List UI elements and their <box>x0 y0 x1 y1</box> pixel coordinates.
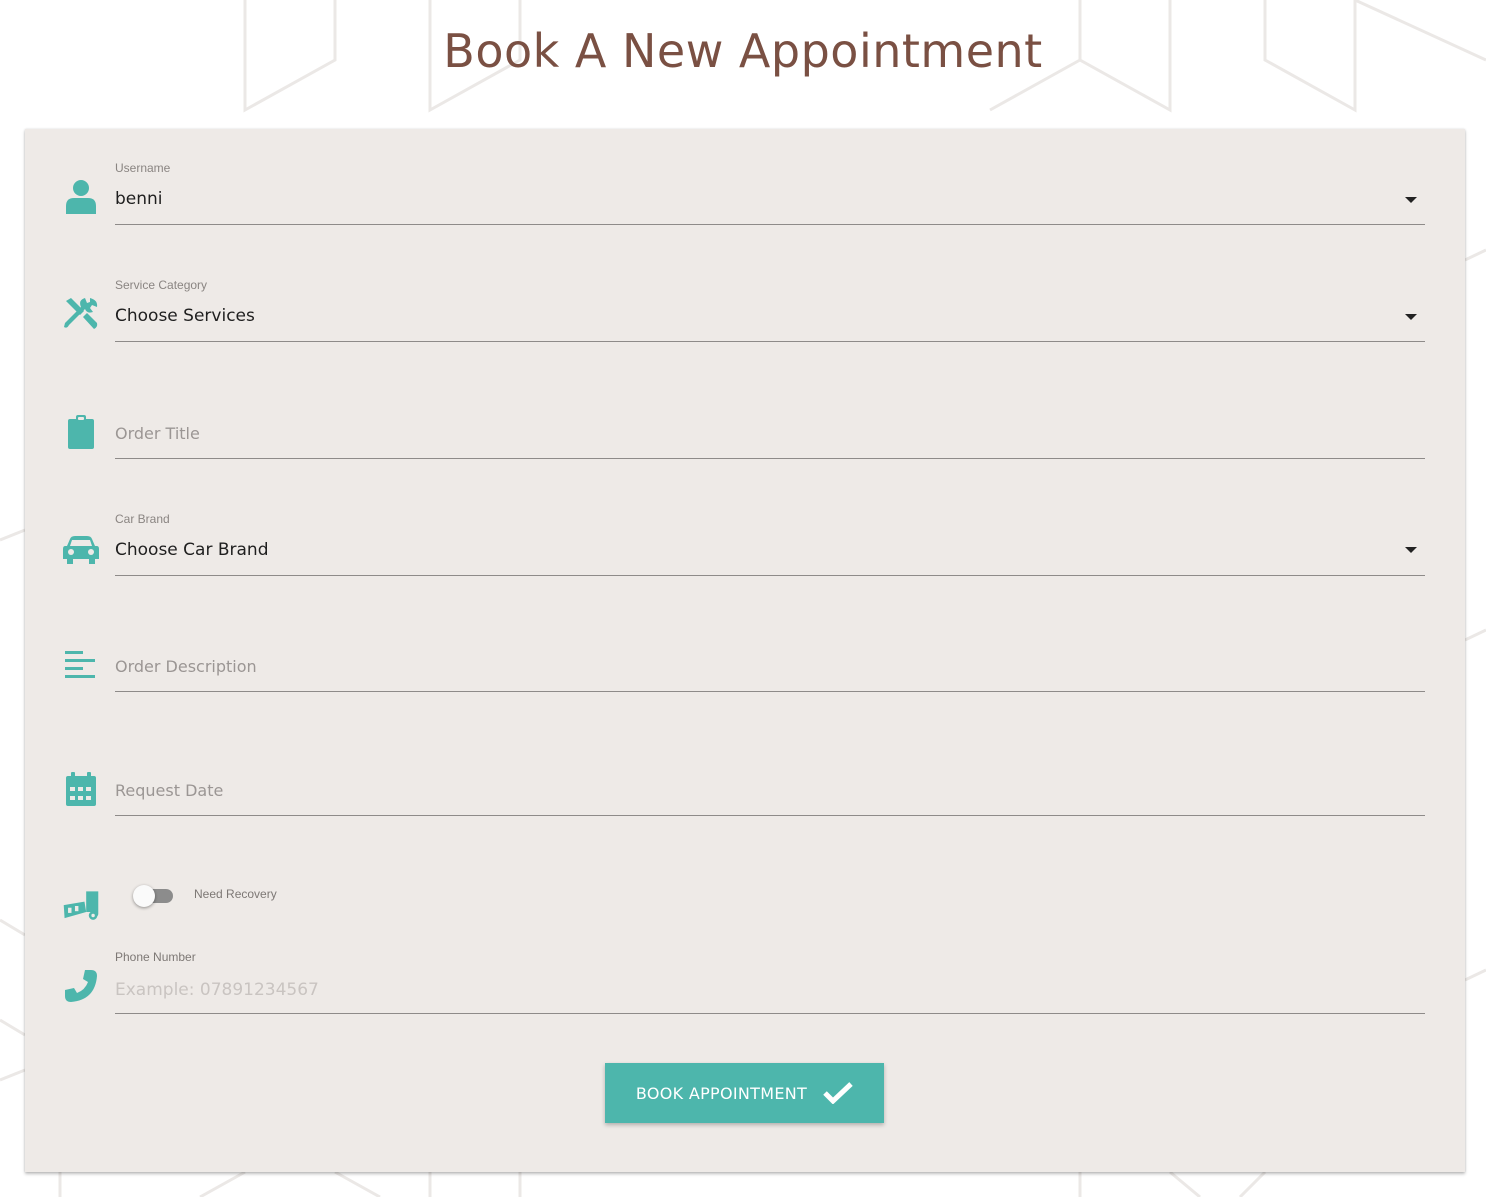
service-category-select[interactable]: Service Category Choose Services <box>115 278 1425 342</box>
request-date-underline <box>115 815 1425 816</box>
request-date-input[interactable]: Request Date <box>115 752 1425 816</box>
username-select[interactable]: Username benni <box>115 161 1425 225</box>
appointment-form-card: Username benni Service Category Choose S… <box>25 129 1465 1172</box>
align-left-icon <box>62 646 100 684</box>
phone-number-underline <box>115 1013 1425 1014</box>
service-category-label: Service Category <box>115 278 208 292</box>
car-icon <box>62 531 100 569</box>
toggle-thumb <box>133 885 155 907</box>
service-category-value: Choose Services <box>115 306 255 326</box>
car-brand-underline <box>115 575 1425 576</box>
chevron-down-icon <box>1405 314 1417 320</box>
username-label: Username <box>115 161 171 175</box>
order-description-input[interactable]: Order Description <box>115 628 1425 692</box>
username-underline <box>115 224 1425 225</box>
car-brand-select[interactable]: Car Brand Choose Car Brand <box>115 512 1425 576</box>
car-brand-label: Car Brand <box>115 512 170 526</box>
page-title: Book A New Appointment <box>443 24 1043 78</box>
order-description-placeholder: Order Description <box>115 657 257 676</box>
need-recovery-label: Need Recovery <box>194 887 277 901</box>
service-category-underline <box>115 341 1425 342</box>
request-date-placeholder: Request Date <box>115 781 224 800</box>
book-appointment-button[interactable]: BOOK APPOINTMENT <box>605 1063 884 1123</box>
tools-icon <box>62 295 100 333</box>
calendar-icon <box>62 770 100 808</box>
chevron-down-icon <box>1405 547 1417 553</box>
phone-icon <box>62 967 100 1005</box>
order-title-underline <box>115 458 1425 459</box>
clipboard-icon <box>62 413 100 451</box>
order-title-input[interactable]: Order Title <box>115 395 1425 459</box>
chevron-down-icon <box>1405 197 1417 203</box>
phone-number-field: Phone Number <box>115 950 1425 1014</box>
car-brand-value: Choose Car Brand <box>115 540 269 560</box>
book-appointment-label: BOOK APPOINTMENT <box>635 1083 808 1103</box>
check-icon <box>823 1082 853 1104</box>
tow-truck-icon <box>62 887 100 925</box>
phone-number-input[interactable] <box>115 978 1425 1002</box>
username-value: benni <box>115 189 163 209</box>
order-title-placeholder: Order Title <box>115 424 200 443</box>
need-recovery-toggle[interactable] <box>133 885 175 907</box>
phone-number-label: Phone Number <box>115 950 196 964</box>
order-description-underline <box>115 691 1425 692</box>
person-icon <box>62 177 100 215</box>
